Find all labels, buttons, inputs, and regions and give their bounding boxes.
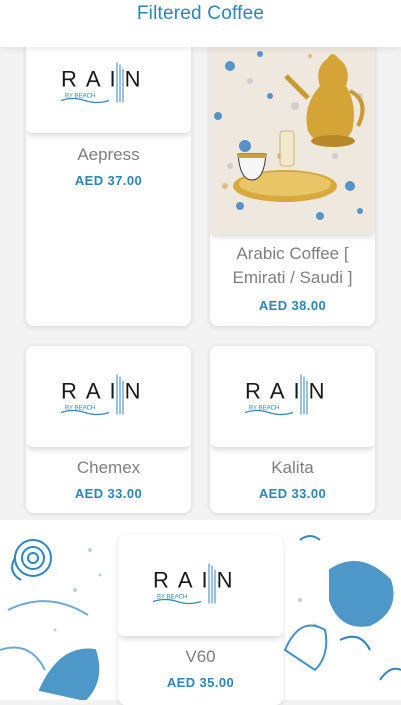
product-name: Chemex xyxy=(76,458,141,477)
product-image xyxy=(210,36,375,234)
page-header: Filtered Coffee xyxy=(0,0,401,47)
coffee-dallah-photo xyxy=(210,36,375,234)
product-name: Kalita xyxy=(271,458,314,477)
svg-text:RAIN: RAIN xyxy=(61,66,150,91)
page-title: Filtered Coffee xyxy=(136,3,265,24)
product-price: AED 33.00 xyxy=(258,486,327,501)
product-image: RAIN BY BEACH xyxy=(26,346,191,447)
product-price: AED 33.00 xyxy=(74,486,143,501)
product-name: Aepress xyxy=(77,145,140,164)
product-name: Arabic Coffee [ Emirati / Saudi ] xyxy=(232,244,353,287)
product-card[interactable]: RAIN BY BEACH V60 AED 35.00 xyxy=(118,535,283,705)
product-card[interactable]: Arabic Coffee [ Emirati / Saudi ] AED 38… xyxy=(210,36,375,326)
svg-text:RAIN: RAIN xyxy=(245,378,334,403)
product-card[interactable]: RAIN BY BEACH Aepress AED 37.00 xyxy=(26,36,191,326)
product-card[interactable]: RAIN BY BEACH Kalita AED 33.00 xyxy=(210,346,375,513)
product-image: RAIN BY BEACH xyxy=(26,36,191,133)
product-price: AED 37.00 xyxy=(74,173,143,188)
product-price: AED 38.00 xyxy=(258,298,327,313)
product-price: AED 35.00 xyxy=(166,675,235,690)
brand-logo: RAIN BY BEACH xyxy=(152,561,249,610)
svg-text:RAIN: RAIN xyxy=(61,378,150,403)
brand-logo: RAIN BY BEACH xyxy=(244,372,341,421)
product-name: V60 xyxy=(185,647,216,666)
brand-logo: RAIN BY BEACH xyxy=(60,372,157,421)
product-image: RAIN BY BEACH xyxy=(210,346,375,447)
brand-logo: RAIN BY BEACH xyxy=(60,60,157,109)
product-image: RAIN BY BEACH xyxy=(118,535,283,636)
svg-text:RAIN: RAIN xyxy=(153,567,242,592)
product-card[interactable]: RAIN BY BEACH Chemex AED 33.00 xyxy=(26,346,191,513)
